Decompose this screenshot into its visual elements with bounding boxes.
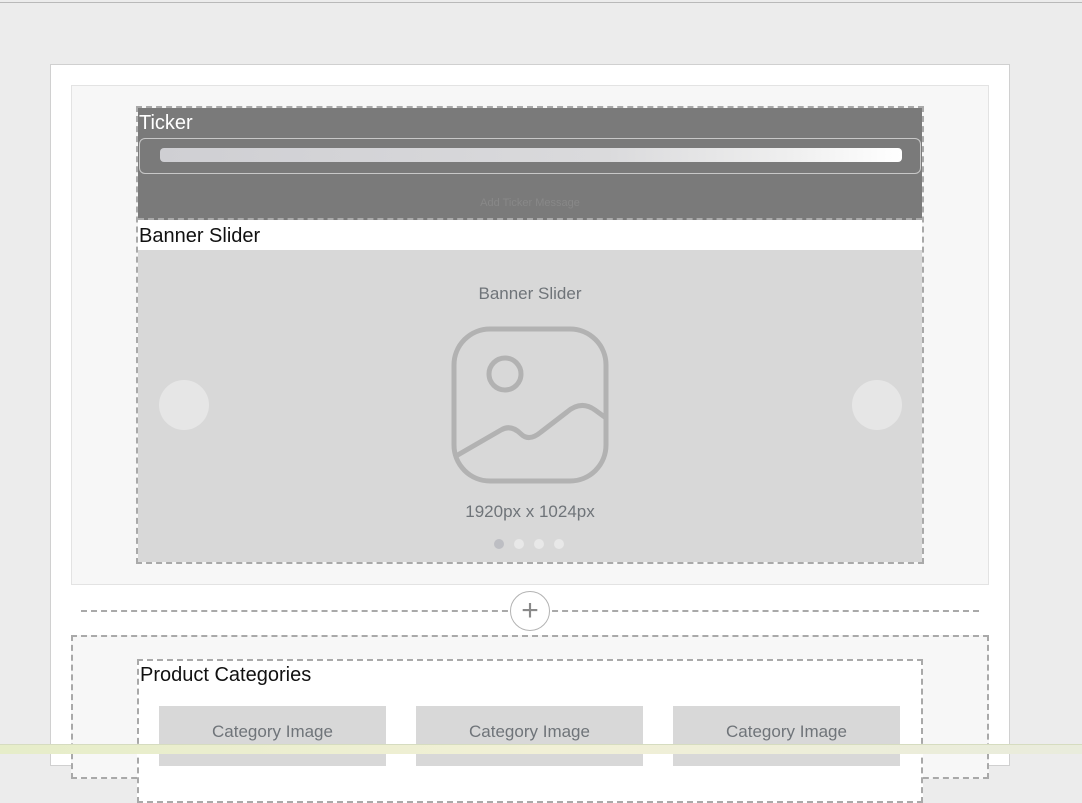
category-card-label: Category Image: [469, 722, 590, 741]
hero-widget-container[interactable]: Ticker Add Ticker Message Banner Slider …: [136, 106, 924, 564]
ticker-title: Ticker: [139, 112, 193, 134]
ticker-message-box[interactable]: [139, 138, 921, 174]
product-categories-title: Product Categories: [140, 664, 312, 686]
ticker-placeholder-bar: [160, 148, 902, 162]
page-canvas: Ticker Add Ticker Message Banner Slider …: [50, 64, 1010, 803]
slider-pagination: [494, 539, 574, 551]
banner-slider-header: Banner Slider: [138, 220, 922, 250]
plus-icon: +: [521, 594, 539, 627]
slider-next-button[interactable]: [852, 380, 902, 430]
window-top-border: [0, 2, 1082, 3]
banner-slider-widget[interactable]: Banner Slider 1920px x 1024px: [138, 250, 922, 562]
category-card-1[interactable]: Category Image: [159, 706, 386, 766]
banner-size-label: 1920px x 1024px: [465, 502, 595, 521]
slider-dot-3[interactable]: [534, 539, 544, 549]
slider-dot-2[interactable]: [514, 539, 524, 549]
category-card-label: Category Image: [726, 722, 847, 741]
image-placeholder-icon: [451, 326, 609, 484]
slider-prev-button[interactable]: [159, 380, 209, 430]
ticker-faint-text: Add Ticker Message: [480, 197, 580, 209]
ticker-widget[interactable]: Ticker Add Ticker Message: [138, 108, 922, 220]
add-section-button[interactable]: +: [510, 591, 550, 631]
category-card-label: Category Image: [212, 722, 333, 741]
category-card-3[interactable]: Category Image: [673, 706, 900, 766]
category-card-2[interactable]: Category Image: [416, 706, 643, 766]
product-categories-widget[interactable]: Product Categories Category Image Catego…: [137, 659, 923, 803]
banner-slider-caption: Banner Slider: [478, 284, 582, 303]
slider-dot-1[interactable]: [494, 539, 504, 549]
banner-slider-title: Banner Slider: [139, 225, 261, 247]
section-hero[interactable]: Ticker Add Ticker Message Banner Slider …: [71, 85, 989, 585]
section-product-categories[interactable]: Product Categories Category Image Catego…: [71, 635, 989, 803]
slider-dot-4[interactable]: [554, 539, 564, 549]
